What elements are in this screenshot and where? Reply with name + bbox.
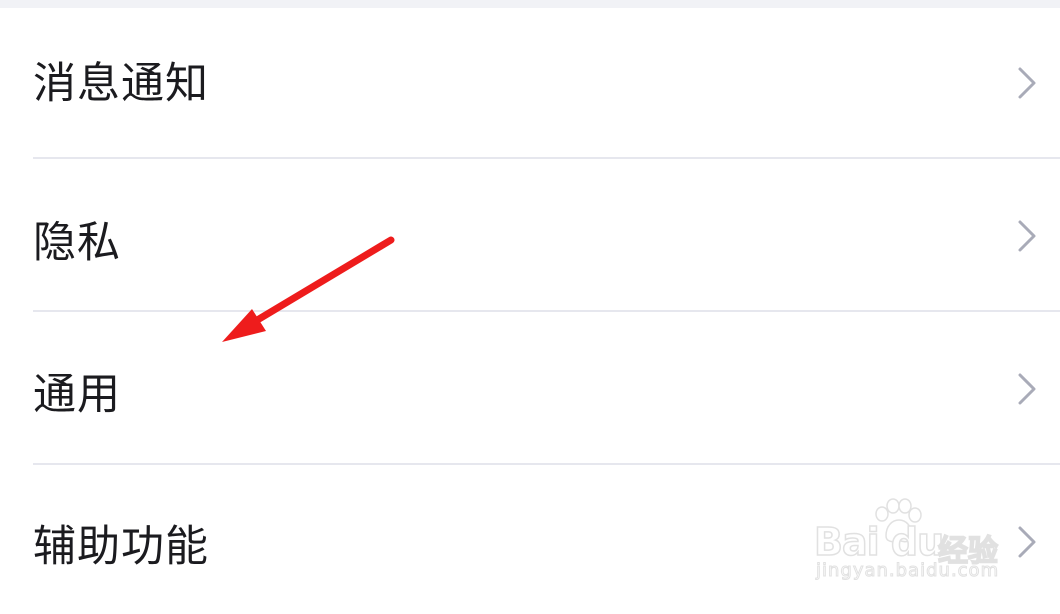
- divider: [33, 157, 1060, 159]
- settings-item-privacy[interactable]: 隐私: [0, 160, 1060, 312]
- divider: [33, 463, 1060, 465]
- chevron-right-icon: [1018, 373, 1036, 405]
- watermark-url: jingyan.baidu.com: [815, 560, 1000, 582]
- settings-item-label: 消息通知: [33, 59, 209, 109]
- top-separator-bar: [0, 0, 1060, 8]
- settings-item-notifications[interactable]: 消息通知: [0, 8, 1060, 160]
- settings-item-general[interactable]: 通用: [0, 313, 1060, 465]
- chevron-right-icon: [1018, 220, 1036, 252]
- settings-item-label: 通用: [33, 370, 121, 420]
- chevron-right-icon: [1018, 526, 1036, 558]
- settings-item-label: 辅助功能: [33, 522, 209, 572]
- watermark-brand: Bai du: [813, 519, 945, 565]
- chevron-right-icon: [1018, 67, 1036, 99]
- divider: [33, 310, 1060, 312]
- baidu-jingyan-watermark: Bai du 经验 jingyan.baidu.com: [812, 498, 1010, 590]
- settings-item-label: 隐私: [33, 218, 121, 268]
